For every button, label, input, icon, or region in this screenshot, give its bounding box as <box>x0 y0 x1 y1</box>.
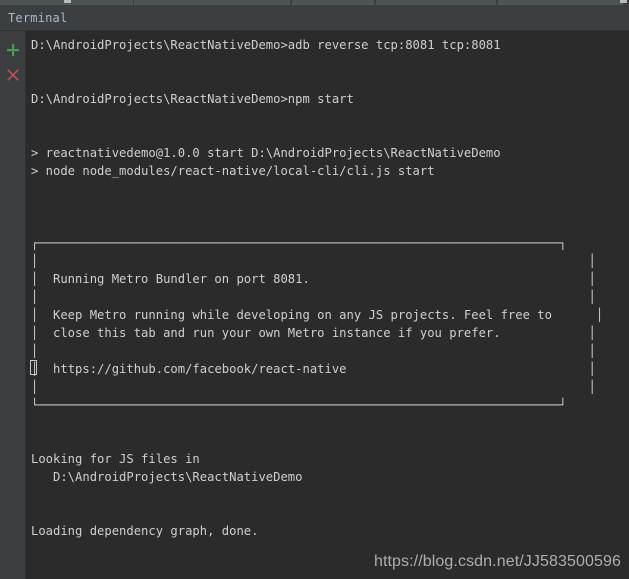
terminal-line: │ │ <box>31 290 596 304</box>
terminal-line: > node node_modules/react-native/local-c… <box>31 164 435 178</box>
terminal-line: │ │ <box>31 344 596 358</box>
terminal-action-gutter <box>0 31 26 579</box>
terminal-line: Looking for JS files in <box>31 452 200 466</box>
tabstrip-segment[interactable] <box>134 0 290 5</box>
terminal-tool-window: Terminal D:\AndroidProjects\ReactNativeD… <box>0 0 629 579</box>
caret-outline <box>30 360 37 375</box>
terminal-line: │ https://github.com/facebook/react-nati… <box>30 360 596 376</box>
close-x-icon <box>7 69 19 81</box>
terminal-line: > reactnativedemo@1.0.0 start D:\Android… <box>31 146 501 160</box>
terminal-line: │ │ <box>31 254 596 268</box>
terminal-line: D:\AndroidProjects\ReactNativeDemo <box>31 470 303 484</box>
terminal-caret: │ <box>30 360 39 376</box>
terminal-output-pane[interactable]: D:\AndroidProjects\ReactNativeDemo>adb r… <box>27 31 629 579</box>
tabstrip-marker-icon <box>64 0 71 3</box>
tabstrip-segment[interactable] <box>292 0 374 5</box>
terminal-line: └───────────────────────────────────────… <box>31 398 567 412</box>
tab-terminal[interactable]: Terminal <box>8 10 67 26</box>
terminal-line: │ close this tab and run your own Metro … <box>31 326 596 340</box>
terminal-lines: D:\AndroidProjects\ReactNativeDemo>adb r… <box>30 36 629 540</box>
new-session-button[interactable] <box>4 41 22 59</box>
terminal-line: D:\AndroidProjects\ReactNativeDemo>adb r… <box>31 38 501 52</box>
terminal-line: D:\AndroidProjects\ReactNativeDemo>npm s… <box>31 92 354 106</box>
toolwindow-header: Terminal <box>0 6 629 31</box>
plus-icon <box>7 44 19 56</box>
terminal-line: │ │ <box>31 380 596 394</box>
terminal-line: ┌───────────────────────────────────────… <box>31 236 567 250</box>
terminal-line: │ Running Metro Bundler on port 8081. │ <box>31 272 596 286</box>
close-session-button[interactable] <box>4 66 22 84</box>
terminal-line: │ Keep Metro running while developing on… <box>31 308 604 322</box>
tabstrip-marker-icon <box>620 0 627 3</box>
watermark-text: https://blog.csdn.net/JJ583500596 <box>373 553 621 570</box>
tabstrip-segment[interactable] <box>498 0 623 5</box>
terminal-line: Loading dependency graph, done. <box>31 524 259 538</box>
tabstrip-segment[interactable] <box>376 0 496 5</box>
